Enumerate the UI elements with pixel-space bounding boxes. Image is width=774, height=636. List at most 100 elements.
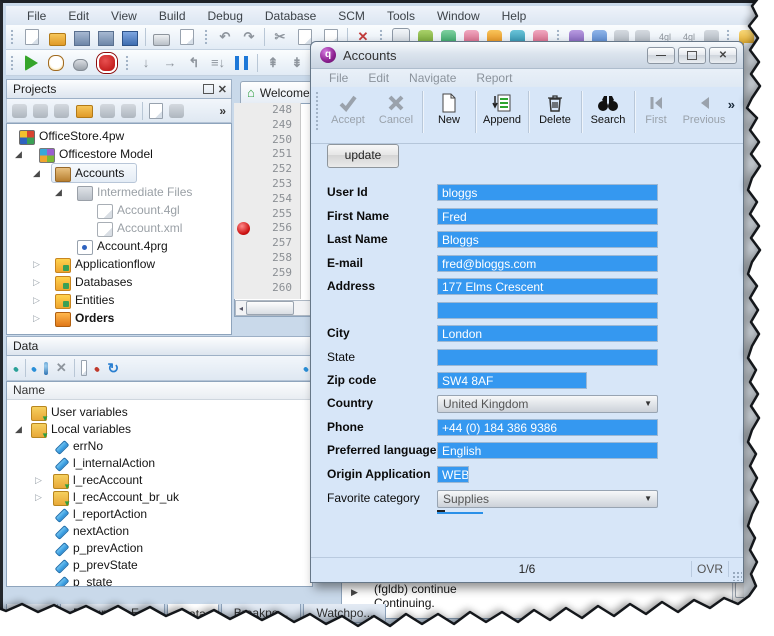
dialog-titlebar[interactable]: q Accounts — ✕ [311, 42, 743, 69]
pause-icon[interactable] [235, 56, 249, 70]
previous-button[interactable]: Previous [676, 91, 732, 126]
menu-tools[interactable]: Tools [376, 7, 426, 25]
dialog-menu-file[interactable]: File [319, 70, 358, 86]
expander-closed-icon[interactable]: ▷ [33, 313, 40, 324]
tree-item[interactable]: ▷ Orders [9, 310, 229, 328]
new-button[interactable]: New [426, 91, 472, 126]
maximize-button[interactable] [678, 47, 706, 64]
editor-gutter[interactable]: 248 249 250 251 252 253 254 255 256 257 … [234, 103, 301, 299]
origin-application-field[interactable]: WEB [437, 466, 469, 483]
minimize-button[interactable]: — [647, 47, 675, 64]
stop-icon[interactable] [97, 53, 117, 73]
scroll-down-icon[interactable]: ▼ [733, 602, 749, 611]
add-file-icon[interactable] [149, 103, 163, 119]
expander-closed-icon[interactable]: ▷ [33, 259, 40, 270]
scrollbar-thumb[interactable] [246, 301, 294, 315]
expander-open-icon[interactable]: ◢ [33, 168, 40, 179]
ovr-mode-indicator[interactable]: OVR [691, 561, 729, 577]
tree-item[interactable]: ◢ Intermediate Files [9, 184, 229, 202]
save-all-icon[interactable] [122, 31, 138, 46]
open-project-icon[interactable] [76, 105, 93, 118]
print-icon[interactable] [153, 34, 170, 46]
first-button[interactable]: First [638, 91, 674, 126]
tree-item[interactable]: User variables [7, 404, 312, 421]
breakpoint-icon[interactable] [237, 222, 250, 235]
run-icon[interactable] [25, 55, 38, 71]
dialog-menu-edit[interactable]: Edit [358, 70, 399, 86]
last-name-field[interactable]: Bloggs [437, 231, 658, 248]
redo-icon[interactable]: ↷ [241, 29, 257, 45]
package-icon[interactable] [121, 104, 136, 118]
menu-debug[interactable]: Debug [197, 7, 254, 25]
build-project-icon[interactable] [12, 104, 27, 118]
write-icon[interactable] [93, 366, 99, 372]
menu-file[interactable]: File [16, 7, 57, 25]
user-id-field[interactable]: bloggs [437, 184, 658, 201]
zip-code-field[interactable]: SW4 8AF [437, 372, 587, 389]
address-field[interactable]: 177 Elms Crescent [437, 278, 658, 295]
tree-item[interactable]: p_prevAction [7, 540, 312, 557]
delete-button[interactable]: Delete [532, 91, 578, 126]
step-out-icon[interactable]: ↰ [186, 55, 202, 71]
save-icon[interactable] [74, 31, 90, 46]
add-global-icon[interactable] [44, 362, 48, 375]
tab-document-errors[interactable]: Document Er... [60, 604, 165, 623]
step-into-icon[interactable]: → [162, 55, 178, 71]
run-to-line-icon[interactable]: ≡↓ [210, 55, 226, 71]
update-button[interactable]: update [327, 144, 399, 168]
tree-item[interactable]: errNo [7, 438, 312, 455]
tab-output[interactable]: Ou... [6, 604, 58, 623]
step-over-icon[interactable]: ↓ [138, 55, 154, 71]
expander-open-icon[interactable]: ◢ [55, 187, 62, 198]
tree-item[interactable]: nextAction [7, 523, 312, 540]
expander-closed-icon[interactable]: ▷ [35, 475, 42, 486]
menu-view[interactable]: View [100, 7, 148, 25]
tree-item[interactable]: p_prevState [7, 557, 312, 574]
remove-variable-icon[interactable]: ✕ [56, 360, 67, 376]
preferred-language-field[interactable]: English [437, 442, 658, 459]
undo-icon[interactable]: ↶ [217, 29, 233, 45]
accept-button[interactable]: Accept [325, 91, 371, 126]
country-combobox[interactable]: United Kingdom [437, 395, 658, 413]
menu-database[interactable]: Database [254, 7, 327, 25]
dialog-menu-report[interactable]: Report [466, 70, 522, 86]
move-down-icon[interactable]: ⇟ [289, 55, 305, 71]
new-project-icon[interactable] [33, 104, 48, 118]
open-file-icon[interactable] [49, 33, 66, 46]
email-field[interactable]: fred@bloggs.com [437, 255, 658, 272]
close-folder-icon[interactable] [100, 104, 115, 118]
expander-closed-icon[interactable]: ▷ [35, 492, 42, 503]
new-file-icon[interactable] [25, 29, 39, 45]
edit-value-icon[interactable] [303, 366, 309, 372]
tree-item[interactable]: ▷ l_recAccount [7, 472, 312, 489]
expander-closed-icon[interactable]: ▷ [33, 277, 40, 288]
profile-icon[interactable] [48, 55, 64, 71]
toolbar-grip[interactable] [125, 55, 130, 71]
close-button[interactable]: ✕ [709, 47, 737, 64]
copy-value-icon[interactable] [81, 360, 87, 376]
phone-field[interactable]: +44 (0) 184 386 9386 [437, 419, 658, 436]
copy-icon[interactable] [298, 29, 312, 45]
output-console[interactable]: (fgldb) continue Continuing. [341, 577, 751, 619]
new-item-icon[interactable] [54, 104, 69, 118]
edit-x2-icon[interactable] [13, 366, 19, 372]
tree-item[interactable]: l_internalAction [7, 455, 312, 472]
tree-item[interactable]: ◢ Officestore Model [9, 146, 229, 164]
favorite-category-combobox[interactable]: Supplies [437, 490, 658, 508]
tree-item[interactable]: Account.4prg [9, 238, 229, 256]
tree-item[interactable]: ▷ l_recAccount_br_uk [7, 489, 312, 506]
address2-field[interactable] [437, 302, 658, 319]
float-panel-icon[interactable] [203, 84, 214, 94]
dialog-menu-navigate[interactable]: Navigate [399, 70, 466, 86]
state-field[interactable] [437, 349, 658, 366]
refresh-icon[interactable]: ↻ [107, 360, 119, 377]
print-preview-icon[interactable] [180, 29, 194, 45]
tree-item[interactable]: ▷ Entities [9, 292, 229, 310]
tree-item[interactable]: Account.xml [9, 220, 229, 238]
tree-item[interactable]: l_reportAction [7, 506, 312, 523]
toolbar-grip[interactable] [10, 29, 15, 45]
add-variable-icon[interactable] [31, 366, 37, 372]
expander-closed-icon[interactable]: ▷ [33, 295, 40, 306]
toolbar-overflow-icon[interactable]: » [219, 104, 226, 118]
resize-grip[interactable] [732, 571, 742, 581]
